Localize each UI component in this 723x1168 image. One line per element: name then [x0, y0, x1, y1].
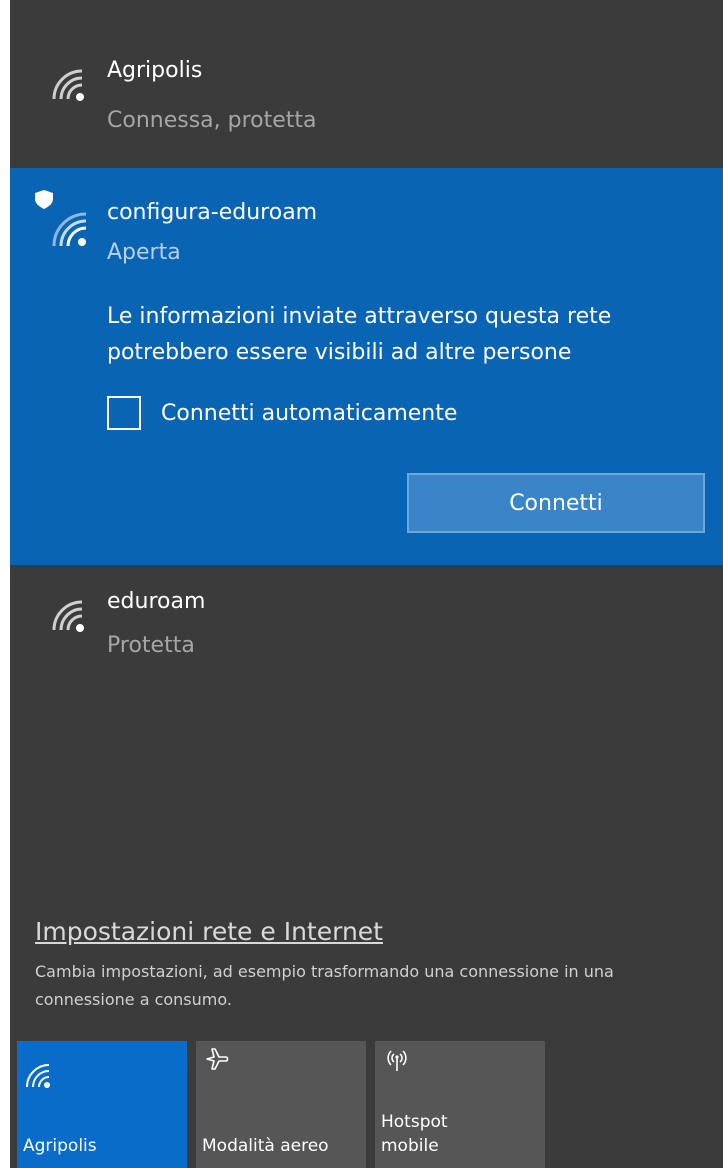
- network-settings-link[interactable]: Impostazioni rete e Internet: [35, 917, 383, 946]
- tile-label-line: Hotspot: [381, 1112, 448, 1132]
- network-settings-description: Cambia impostazioni, ad esempio trasform…: [35, 962, 614, 1009]
- network-name: Agripolis: [107, 58, 203, 83]
- tile-label-line: mobile: [381, 1136, 439, 1156]
- network-flyout: Agripolis Connessa, protetta configura-e…: [10, 0, 723, 1168]
- wifi-toggle-tile[interactable]: Agripolis: [17, 1041, 187, 1168]
- checkbox-box[interactable]: [107, 396, 141, 430]
- tile-label: Agripolis: [23, 1136, 97, 1156]
- hotspot-icon: [383, 1047, 411, 1077]
- tile-label: Hotspot mobile: [381, 1110, 448, 1158]
- security-warning: Le informazioni inviate attraverso quest…: [107, 299, 707, 371]
- wifi-icon: [25, 1063, 51, 1093]
- connect-button[interactable]: Connetti: [407, 473, 705, 533]
- network-status: Protetta: [107, 633, 195, 658]
- mobile-hotspot-tile[interactable]: Hotspot mobile: [375, 1041, 545, 1168]
- airplane-icon: [204, 1046, 230, 1076]
- network-item-agripolis[interactable]: Agripolis Connessa, protetta: [10, 0, 723, 168]
- auto-connect-checkbox[interactable]: Connetti automaticamente: [107, 394, 457, 432]
- auto-connect-label: Connetti automaticamente: [161, 400, 458, 426]
- airplane-mode-tile[interactable]: Modalità aereo: [196, 1041, 366, 1168]
- network-status: Connessa, protetta: [107, 108, 317, 133]
- network-item-configura-eduroam[interactable]: configura-eduroam Aperta Le informazioni…: [10, 168, 723, 565]
- network-status: Aperta: [107, 240, 181, 265]
- network-item-eduroam[interactable]: eduroam Protetta: [10, 565, 723, 695]
- warning-line: Le informazioni inviate attraverso quest…: [107, 304, 612, 329]
- wifi-secure-icon: [50, 598, 84, 632]
- warning-line: potrebbero essere visibili ad altre pers…: [107, 340, 572, 365]
- tile-label: Modalità aereo: [202, 1136, 329, 1156]
- network-name: configura-eduroam: [107, 200, 318, 225]
- wifi-open-shield-icon: [32, 188, 92, 248]
- network-name: eduroam: [107, 589, 206, 614]
- wifi-secure-icon: [50, 67, 84, 101]
